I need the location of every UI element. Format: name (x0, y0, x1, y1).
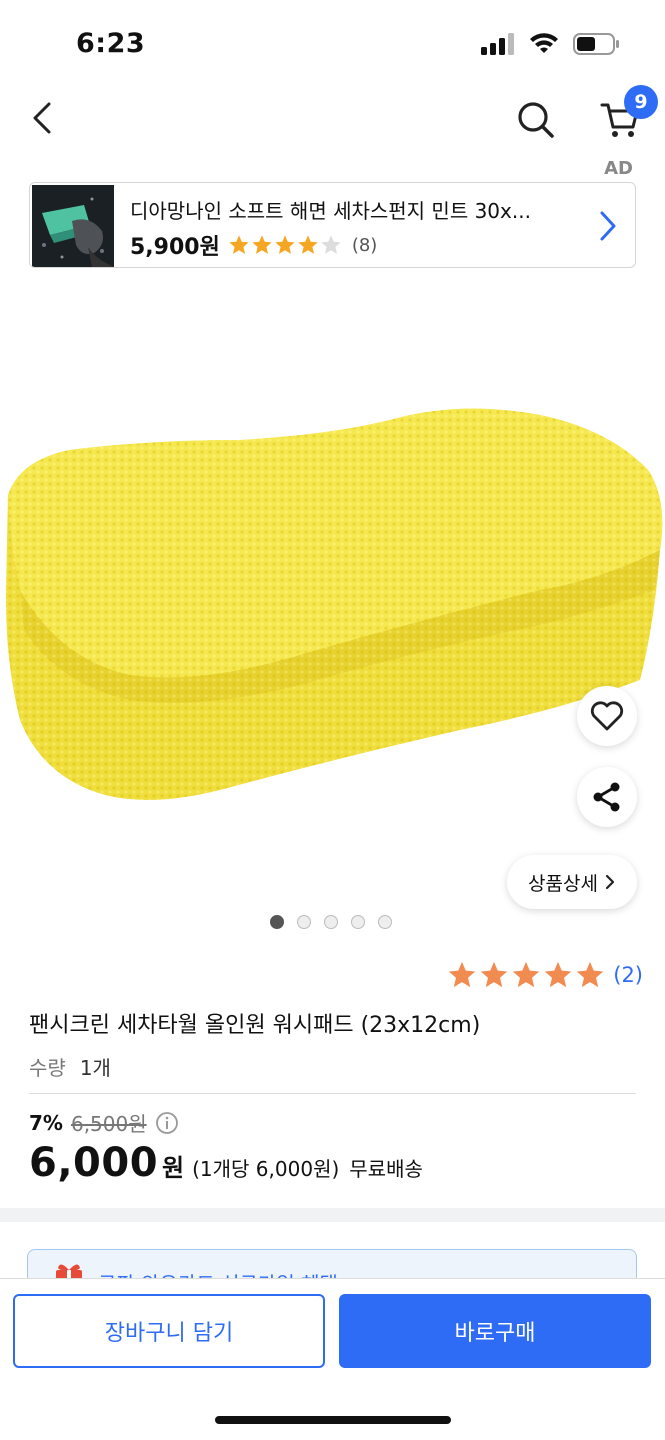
ad-price-row: 5,900원 (8) (130, 229, 377, 261)
status-bar: 6:23 (0, 0, 665, 80)
quantity-label: 수량 (29, 1056, 66, 1080)
pagination-dot[interactable] (324, 915, 338, 929)
star-filled-icon (229, 235, 249, 254)
chevron-right-icon (600, 211, 616, 241)
share-icon (593, 782, 620, 812)
price-currency: 원 (162, 1154, 185, 1182)
star-filled-icon (275, 235, 295, 254)
original-price: 6,500원 (70, 1112, 147, 1136)
info-icon[interactable] (155, 1111, 179, 1135)
star-filled-icon (298, 235, 318, 254)
ad-banner[interactable]: 디아망나인 소프트 해면 세차스펀지 민트 30x... 5,900원 (8) (29, 182, 636, 268)
star-filled-icon (449, 961, 476, 988)
pagination-dot[interactable] (351, 915, 365, 929)
status-icons (481, 32, 621, 56)
product-title: 팬시크린 세차타월 올인원 워시패드 (23x12cm) (29, 1013, 481, 1038)
quantity-row: 수량 1개 (29, 1052, 111, 1081)
star-empty-icon (321, 235, 341, 254)
ad-thumbnail (32, 185, 114, 267)
product-detail-button[interactable]: 상품상세 (507, 855, 637, 909)
product-detail-label: 상품상세 (528, 872, 598, 895)
status-time: 6:23 (76, 28, 146, 59)
cellular-icon (481, 33, 514, 55)
ad-title: 디아망나인 소프트 해면 세차스펀지 민트 30x... (130, 199, 531, 223)
pagination-dot[interactable] (270, 915, 284, 929)
star-filled-icon (513, 961, 540, 988)
ad-review-count: (8) (351, 234, 378, 256)
add-to-cart-button[interactable]: 장바구니 담기 (13, 1294, 325, 1368)
divider (29, 1093, 636, 1094)
heart-icon (590, 701, 624, 731)
search-icon (518, 102, 554, 138)
star-filled-icon (252, 235, 272, 254)
discount-rate: 7% (29, 1110, 63, 1135)
product-review-count[interactable]: (2) (613, 963, 643, 987)
wifi-icon (530, 33, 558, 53)
sale-price: 6,000 (29, 1140, 159, 1186)
shipping-info: 무료배송 (349, 1157, 423, 1181)
product-rating-stars (447, 960, 605, 990)
home-indicator[interactable] (215, 1416, 451, 1424)
star-filled-icon (545, 961, 572, 988)
search-button[interactable] (512, 96, 560, 144)
share-button[interactable] (577, 767, 637, 827)
product-image[interactable] (0, 290, 665, 945)
price-row: 6,000 원 (1개당 6,000원) 무료배송 (29, 1140, 423, 1186)
favorite-button[interactable] (577, 686, 637, 746)
quantity-value: 1개 (79, 1056, 111, 1080)
image-pagination (270, 915, 392, 929)
pagination-dot[interactable] (297, 915, 311, 929)
top-nav (0, 80, 665, 160)
star-filled-icon (481, 961, 508, 988)
unit-price: (1개당 6,000원) (192, 1157, 340, 1181)
section-divider (0, 1208, 665, 1222)
product-rating[interactable]: (2) (447, 960, 643, 990)
ad-label: AD (604, 158, 633, 179)
battery-icon (573, 33, 619, 55)
star-filled-icon (577, 961, 604, 988)
back-button[interactable] (22, 96, 62, 140)
back-arrow-icon (33, 102, 51, 134)
ad-price: 5,900원 (130, 235, 220, 260)
pagination-dot[interactable] (378, 915, 392, 929)
buy-now-button[interactable]: 바로구매 (339, 1294, 651, 1368)
discount-row: 7% 6,500원 (29, 1108, 179, 1137)
cart-count-badge: 9 (624, 85, 658, 119)
chevron-right-icon (605, 874, 615, 890)
bottom-action-bar: 장바구니 담기 바로구매 (0, 1278, 665, 1440)
ad-rating-stars (228, 234, 342, 256)
